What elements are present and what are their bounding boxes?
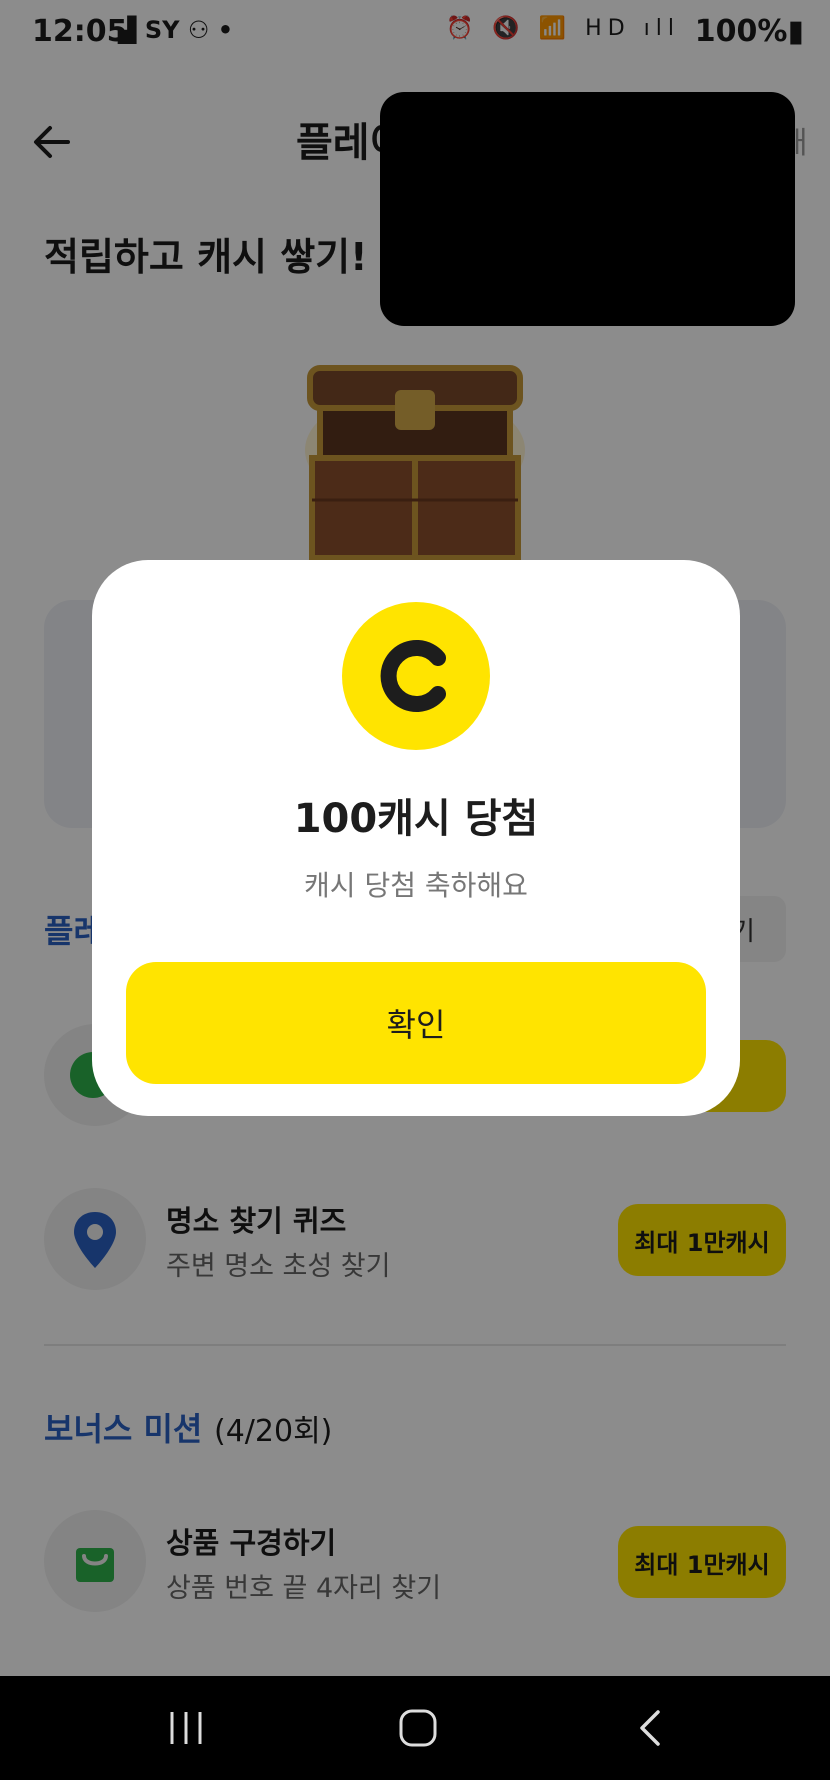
modal-subtitle: 캐시 당첨 축하해요 <box>304 869 528 902</box>
system-nav-bar <box>0 1676 830 1780</box>
cash-coin-icon <box>342 602 490 750</box>
home-icon[interactable] <box>398 1708 438 1748</box>
redacted-area <box>380 92 795 326</box>
confirm-button[interactable]: 확인 <box>126 962 706 1084</box>
back-icon[interactable] <box>636 1708 666 1748</box>
reward-modal: 100캐시 당첨 캐시 당첨 축하해요 확인 <box>92 560 740 1116</box>
modal-title: 100캐시 당첨 <box>293 796 539 842</box>
recent-apps-icon[interactable] <box>166 1710 206 1746</box>
